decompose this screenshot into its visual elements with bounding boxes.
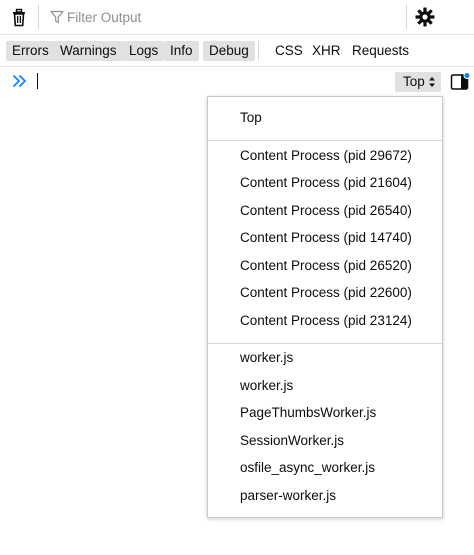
menu-item-worker[interactable]: parser-worker.js [240,485,336,507]
filter-logs-button[interactable]: Logs [123,41,165,61]
toolbar-divider-right [406,5,407,29]
menu-item-content-process[interactable]: Content Process (pid 29672) [240,145,412,167]
filter-output-input[interactable] [64,6,387,28]
context-dropdown-menu: Top Content Process (pid 29672) Content … [207,96,443,518]
filter-xhr-button[interactable]: XHR [306,41,347,61]
menu-item-content-process[interactable]: Content Process (pid 26540) [240,200,412,222]
toolbar-divider [38,5,39,29]
clear-console-button[interactable] [9,7,29,27]
menu-item-content-process[interactable]: Content Process (pid 14740) [240,227,412,249]
context-selector-label: Top [403,74,425,89]
menu-item-top[interactable]: Top [240,107,262,129]
trash-icon [13,8,25,26]
double-chevron-right-icon [13,75,26,87]
menu-divider [208,140,442,141]
filter-css-button[interactable]: CSS [269,41,309,61]
filter-info-button[interactable]: Info [164,41,199,61]
menu-divider [208,343,442,344]
filter-bar: Errors Warnings Logs Info Debug CSS XHR … [0,35,474,67]
menu-item-worker[interactable]: worker.js [240,347,293,369]
menu-item-content-process[interactable]: Content Process (pid 23124) [240,310,412,332]
sidebar-toggle-icon[interactable] [450,72,470,92]
filter-warnings-button[interactable]: Warnings [54,41,123,61]
menu-item-content-process[interactable]: Content Process (pid 26520) [240,255,412,277]
menu-item-content-process[interactable]: Content Process (pid 22600) [240,282,412,304]
menu-item-content-process[interactable]: Content Process (pid 21604) [240,172,412,194]
console-input-caret[interactable] [37,73,38,89]
up-down-arrows-icon [429,77,435,87]
context-selector-button[interactable]: Top [395,72,441,92]
menu-item-worker[interactable]: osfile_async_worker.js [240,457,375,479]
funnel-filter-icon [50,10,64,24]
filter-errors-button[interactable]: Errors [6,41,55,61]
menu-item-worker[interactable]: PageThumbsWorker.js [240,402,376,424]
filter-requests-button[interactable]: Requests [346,41,415,61]
filter-debug-button[interactable]: Debug [203,41,255,61]
menu-item-worker[interactable]: worker.js [240,375,293,397]
console-toolbar [0,0,474,35]
menu-item-worker[interactable]: SessionWorker.js [240,430,344,452]
filter-bar-divider [258,41,259,61]
gear-icon[interactable] [415,7,435,27]
